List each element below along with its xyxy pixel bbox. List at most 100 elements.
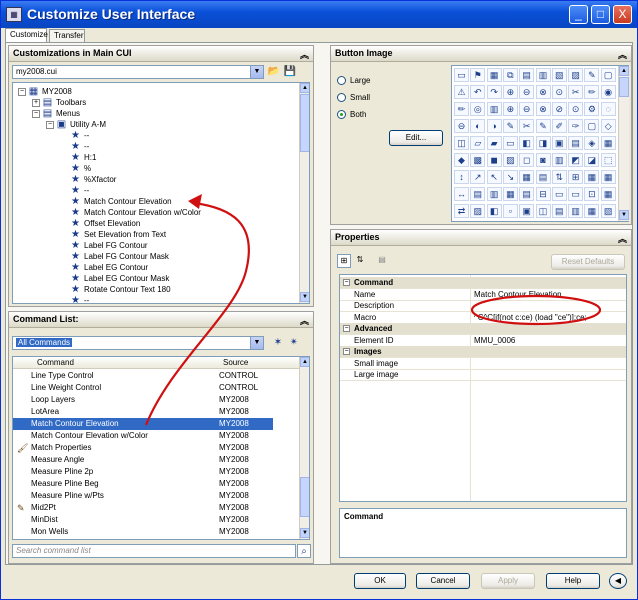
collapse-icon[interactable]: − (343, 325, 350, 332)
image-grid-scrollbar[interactable]: ▲ ▼ (618, 66, 629, 221)
button-image-icon[interactable]: ↷ (486, 85, 502, 99)
cancel-button[interactable]: Cancel (416, 573, 470, 589)
button-image-icon[interactable]: ⇅ (551, 170, 567, 184)
button-image-icon[interactable]: ⊖ (519, 85, 535, 99)
button-image-icon[interactable]: ▫ (502, 204, 518, 218)
button-image-icon[interactable]: ◈ (584, 136, 600, 150)
title-bar[interactable]: ▦ Customize User Interface _ □ X (1, 1, 637, 28)
property-category[interactable]: − Advanced (340, 323, 626, 335)
tree-item[interactable]: ★ Label EG Contour (60, 262, 148, 273)
button-image-icon[interactable]: ▤ (519, 68, 535, 82)
button-image-icon[interactable]: ◌ (600, 102, 616, 116)
button-image-icon[interactable]: ◙ (535, 153, 551, 167)
chevron-down-icon[interactable]: ▼ (250, 66, 263, 78)
button-image-icon[interactable]: ◪ (584, 153, 600, 167)
tree-item[interactable]: ★ Set Elevation from Text (60, 229, 166, 240)
search-command-input[interactable]: Search command list (12, 544, 296, 558)
button-image-icon[interactable]: ▱ (470, 136, 486, 150)
scroll-thumb[interactable] (300, 94, 309, 152)
radio-dot[interactable] (337, 76, 346, 86)
table-row[interactable]: Measure Pline Beg MY2008 (13, 478, 299, 490)
button-image-icon[interactable]: ◉ (600, 85, 616, 99)
button-image-icon[interactable]: ▰ (486, 136, 502, 150)
button-image-icon[interactable]: ▦ (600, 136, 616, 150)
button-image-icon[interactable]: ▨ (470, 204, 486, 218)
column-command[interactable]: Command (37, 358, 74, 367)
button-image-icon[interactable]: ▦ (519, 170, 535, 184)
tree-item[interactable]: + ▤ Toolbars (32, 97, 86, 108)
collapse-chevron-icon[interactable]: ︽ (300, 48, 309, 61)
property-value[interactable]: ^C^C[if(not c:ce) (load "ce")];ce; (474, 312, 587, 323)
button-image-icon[interactable]: ▥ (551, 153, 567, 167)
tree-item[interactable]: ★ Match Contour Elevation w/Color (60, 207, 201, 218)
maximize-button[interactable]: □ (591, 5, 610, 24)
table-row[interactable]: Loop Layers MY2008 (13, 394, 299, 406)
button-image-icon[interactable]: ◎ (470, 102, 486, 116)
tree-item[interactable]: ★ Label FG Contour (60, 240, 148, 251)
button-image-icon[interactable]: ⚙ (584, 102, 600, 116)
cui-file-select[interactable]: my2008.cui ▼ (12, 65, 264, 79)
button-image-grid[interactable]: ▭ ⚑ ▦ ⧉ ▤ ▥ ▧ ▨ ✎ ▢ ⚠ ↶ ↷ ⊕ ⊖ ⊗ ⊙ ✂ ✏ ◉ ✏ ◎ ▥ ⊕ ⊖ ⊗ ⊘ ⊙ ⚙ ◌ ⊖ ◐ ◑ ✎ ✂ ✎ ✐ ✑ ▢ ◇… (451, 65, 629, 222)
tree-item[interactable]: ★% (60, 163, 91, 174)
table-row[interactable]: Match Contour Elevation w/Color MY2008 (13, 430, 299, 442)
radio-dot[interactable] (337, 110, 346, 120)
button-image-icon[interactable]: ✎ (584, 68, 600, 82)
button-image-icon[interactable]: ◧ (486, 204, 502, 218)
table-row[interactable]: Line Type Control CONTROL (13, 370, 299, 382)
button-image-icon[interactable]: ▢ (600, 68, 616, 82)
reset-defaults-button[interactable]: Reset Defaults (551, 254, 625, 270)
button-image-icon[interactable]: ⊗ (535, 85, 551, 99)
button-image-icon[interactable]: ◫ (535, 204, 551, 218)
button-image-icon[interactable]: ⊖ (519, 102, 535, 116)
button-image-icon[interactable]: ◑ (486, 119, 502, 133)
button-image-icon[interactable]: ✏ (454, 102, 469, 116)
collapse-icon[interactable]: − (46, 120, 54, 129)
button-image-icon[interactable]: ▭ (568, 187, 584, 201)
button-image-icon[interactable]: ▣ (551, 136, 567, 150)
button-image-icon[interactable]: ◻ (519, 153, 535, 167)
button-image-icon[interactable]: ⚑ (470, 68, 486, 82)
property-row[interactable]: Description (340, 300, 626, 312)
table-row[interactable]: 🖌 Match Properties MY2008 (13, 442, 299, 454)
button-image-icon[interactable]: ↘ (502, 170, 518, 184)
collapse-icon[interactable]: − (343, 348, 350, 355)
ok-button[interactable]: OK (354, 573, 406, 589)
button-image-icon[interactable]: ⊟ (535, 187, 551, 201)
button-image-icon[interactable]: ◩ (568, 153, 584, 167)
tree-item[interactable]: ★ Label EG Contour Mask (60, 273, 169, 284)
alphabetic-view-icon[interactable]: ⇅ (353, 254, 367, 268)
collapse-icon[interactable]: − (18, 87, 26, 96)
tree-item[interactable]: ★ Label FG Contour Mask (60, 251, 169, 262)
expand-icon[interactable]: + (32, 98, 40, 107)
button-image-icon[interactable]: ▥ (568, 204, 584, 218)
button-image-icon[interactable]: ◆ (454, 153, 469, 167)
button-image-icon[interactable]: ▨ (568, 68, 584, 82)
tree-item[interactable]: ★ Match Contour Elevation (60, 196, 172, 207)
button-image-icon[interactable]: ⚠ (454, 85, 469, 99)
button-image-icon[interactable]: ▤ (519, 187, 535, 201)
button-image-icon[interactable]: ▥ (486, 187, 502, 201)
property-category[interactable]: − Command (340, 277, 626, 289)
scroll-up-icon[interactable]: ▲ (619, 66, 629, 76)
collapse-chevron-icon[interactable]: ︽ (300, 314, 309, 327)
tab-customize[interactable]: Customize (5, 28, 48, 43)
button-image-icon[interactable]: ✂ (519, 119, 535, 133)
button-image-icon[interactable]: ⬚ (600, 153, 616, 167)
tree-item[interactable]: − ▦ MY2008 (18, 86, 72, 97)
button-image-icon[interactable]: ▦ (600, 187, 616, 201)
open-folder-icon[interactable]: 📂 (267, 65, 281, 79)
scroll-down-icon[interactable]: ▼ (619, 210, 629, 220)
tree-item[interactable]: ★ Rotate Contour Text 180 (60, 284, 171, 295)
button-image-icon[interactable]: ✂ (568, 85, 584, 99)
scroll-up-icon[interactable]: ▲ (300, 83, 309, 93)
scroll-down-icon[interactable]: ▼ (300, 528, 309, 538)
tree-item[interactable]: ★ Offset Elevation (60, 218, 140, 229)
table-row[interactable]: Line Weight Control CONTROL (13, 382, 299, 394)
collapse-chevron-icon[interactable]: ︽ (618, 232, 627, 245)
property-grid[interactable]: − Command Name Match Contour Elevation Descr… (339, 274, 627, 502)
collapse-chevron-icon[interactable]: ︽ (618, 48, 627, 61)
button-image-icon[interactable]: ⊘ (551, 102, 567, 116)
property-row[interactable]: Small image (340, 358, 626, 370)
collapse-icon[interactable]: − (32, 109, 40, 118)
button-image-icon[interactable]: ▥ (535, 68, 551, 82)
